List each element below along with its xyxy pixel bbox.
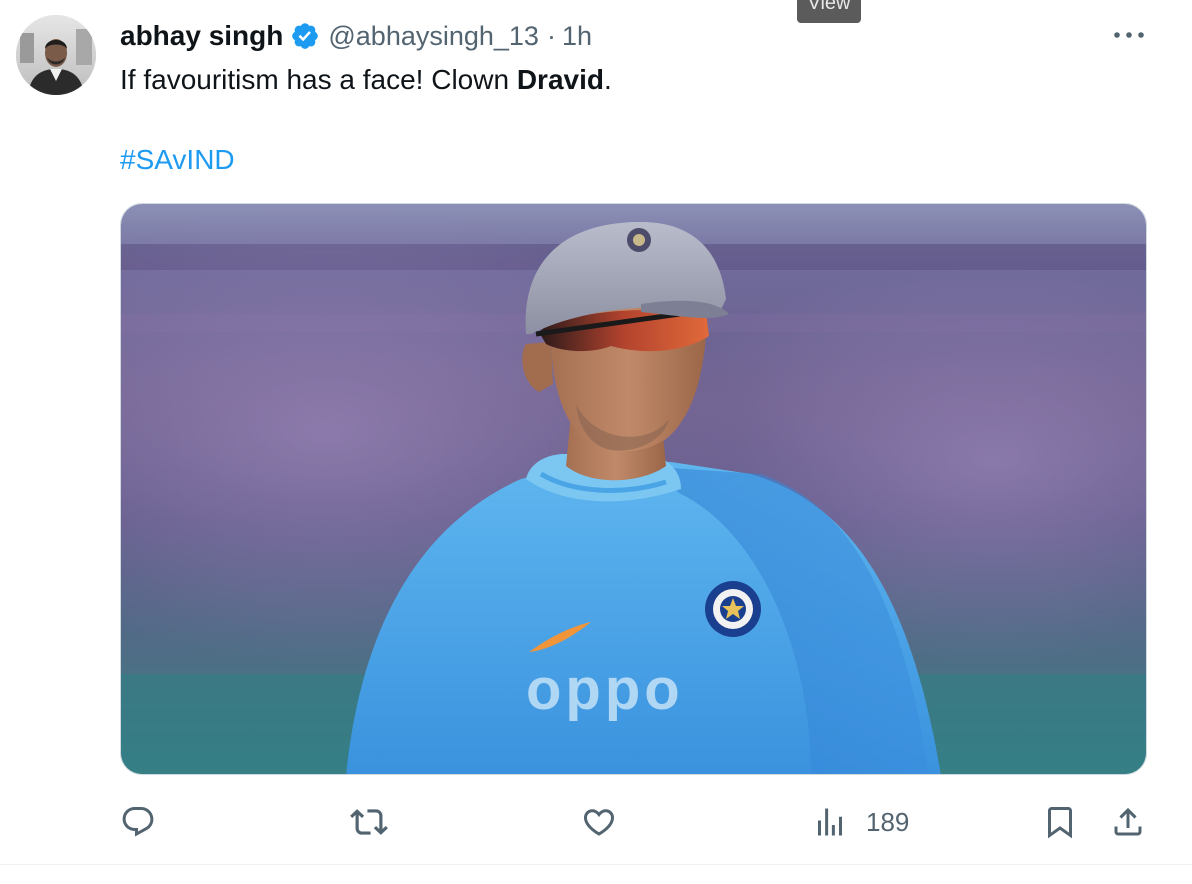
bookmark-button[interactable]	[1042, 800, 1078, 844]
view-label: View	[807, 0, 851, 14]
share-icon	[1114, 807, 1142, 836]
divider	[0, 864, 1192, 865]
tweet-text: If favouritism has a face! Clown Dravid.	[120, 60, 612, 100]
views-count: 189	[866, 806, 910, 837]
bookmark-icon	[1048, 807, 1072, 839]
tweet-header: abhay singh @abhaysingh_13 · 1h	[120, 16, 592, 56]
more-options-icon[interactable]	[1108, 20, 1150, 50]
shirt-sponsor-text: oppo	[526, 657, 684, 722]
tweet-text-suffix: .	[603, 64, 612, 95]
views-chart-icon	[818, 808, 842, 836]
verified-badge-icon	[290, 21, 320, 51]
avatar-image	[16, 15, 96, 95]
view-button[interactable]: View	[797, 0, 861, 23]
tweet-text-bold: Dravid	[516, 64, 604, 95]
tweet-text-prefix: If favouritism has a face! Clown	[120, 64, 517, 95]
reply-icon	[122, 807, 154, 837]
heart-icon	[583, 809, 615, 836]
retweet-icon	[350, 809, 388, 835]
tweet-media-image[interactable]: oppo	[120, 203, 1147, 775]
reply-button[interactable]	[120, 800, 156, 844]
hashtag-link[interactable]: #SAvIND	[120, 140, 235, 180]
tweet-timestamp[interactable]: 1h	[562, 21, 592, 52]
author-name[interactable]: abhay singh	[120, 20, 283, 52]
media-photo: oppo	[121, 204, 1146, 774]
views-button[interactable]: 189	[812, 800, 909, 844]
share-button[interactable]	[1110, 800, 1146, 844]
separator-dot: ·	[546, 20, 556, 51]
author-handle[interactable]: @abhaysingh_13	[328, 21, 539, 52]
bcci-crest	[705, 581, 761, 637]
tweet: View abhay singh @abhaysingh_13 · 1h If …	[0, 0, 1192, 884]
like-button[interactable]	[581, 800, 617, 844]
avatar[interactable]	[16, 15, 96, 95]
retweet-button[interactable]	[350, 800, 388, 844]
